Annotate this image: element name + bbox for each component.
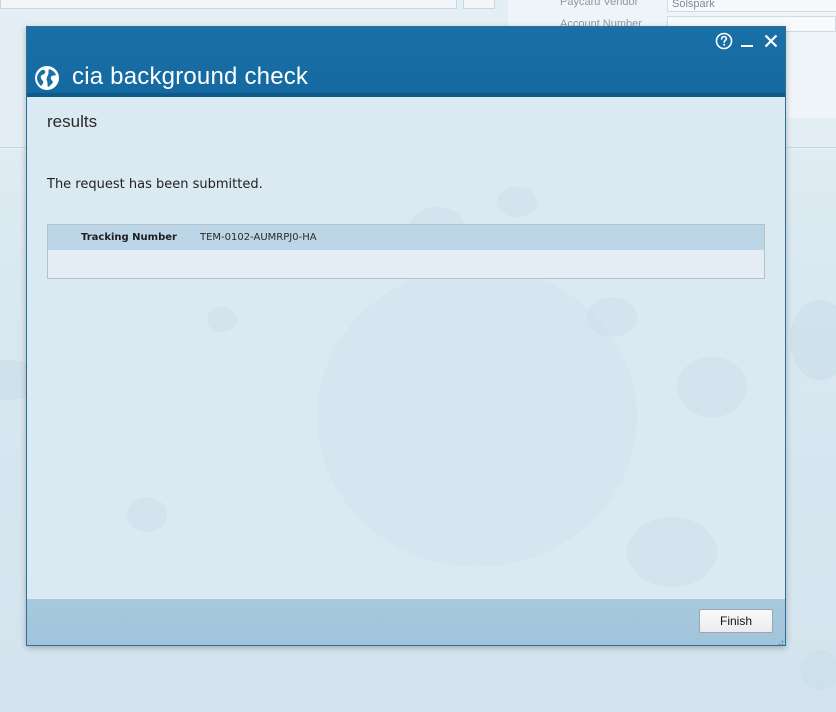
watermark-decoration	[207, 307, 237, 332]
dialog-content: results The request has been submitted. …	[27, 97, 785, 599]
tracking-number-label: Tracking Number	[81, 232, 177, 243]
watermark-decoration	[587, 297, 637, 337]
minimize-button[interactable]	[737, 33, 757, 53]
dialog-titlebar[interactable]: cia background check	[27, 27, 785, 97]
section-heading: results	[47, 112, 98, 131]
background-lookup-button	[463, 0, 495, 9]
background-decoration	[800, 650, 836, 690]
background-decoration	[790, 300, 836, 380]
results-table: Tracking Number TEM-0102-AUMRPJ0-HA	[47, 224, 765, 279]
dialog-title: cia background check	[72, 63, 309, 90]
dialog-footer: Finish	[27, 599, 785, 645]
minimize-icon	[739, 33, 755, 53]
tracking-number-value: TEM-0102-AUMRPJ0-HA	[200, 232, 317, 243]
close-button[interactable]	[761, 33, 781, 53]
close-icon	[763, 33, 779, 53]
status-message: The request has been submitted.	[47, 177, 263, 192]
background-input-field	[0, 0, 457, 9]
background-check-dialog: cia background check results The request…	[26, 26, 786, 646]
watermark-decoration	[127, 497, 167, 532]
background-field-label: Paycard Vendor	[560, 0, 639, 8]
help-button[interactable]	[714, 32, 734, 54]
resize-grip-icon[interactable]	[774, 634, 784, 645]
watermark-decoration	[627, 517, 717, 587]
watermark-decoration	[497, 187, 537, 217]
globe-icon	[34, 65, 60, 91]
background-field-value: Solspark	[667, 0, 836, 12]
watermark-decoration	[677, 357, 747, 417]
help-icon	[715, 32, 733, 54]
table-row: Tracking Number TEM-0102-AUMRPJ0-HA	[48, 225, 764, 250]
finish-button[interactable]: Finish	[699, 609, 773, 633]
